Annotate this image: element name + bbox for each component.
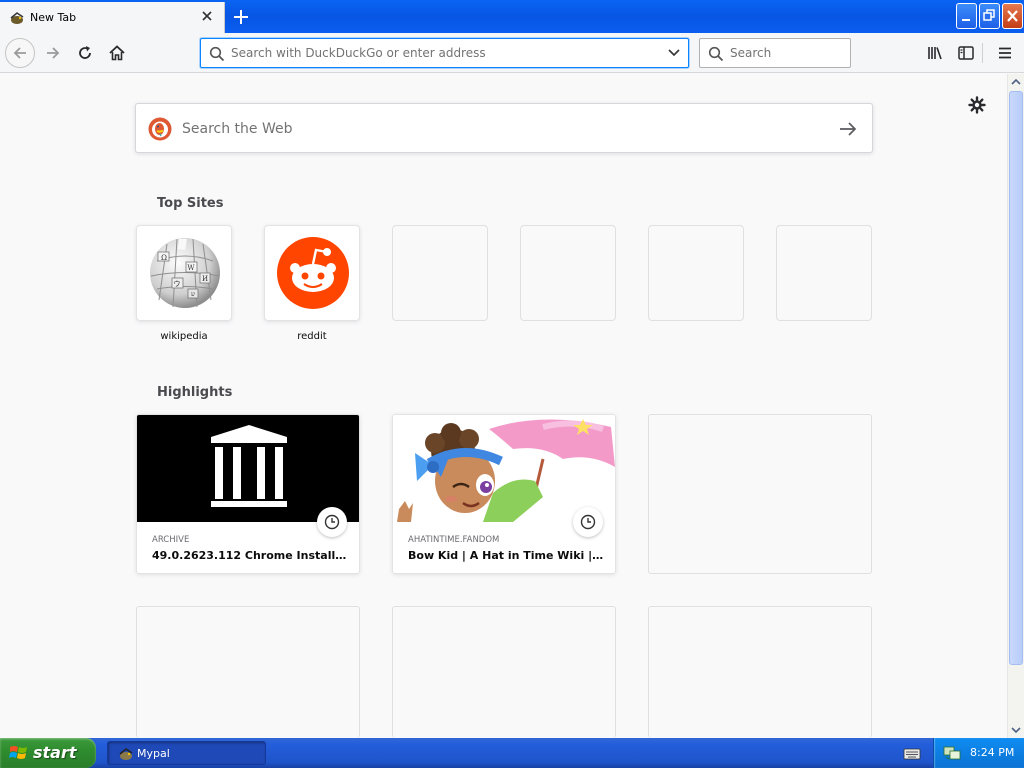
highlight-empty-slot xyxy=(648,606,872,738)
sidebar-button[interactable] xyxy=(951,38,981,68)
highlight-card-bow-kid[interactable]: AHATINTIME.FANDOM Bow Kid | A Hat in Tim… xyxy=(392,414,616,574)
top-site-empty-slot xyxy=(392,225,488,321)
scroll-thumb[interactable] xyxy=(1009,91,1023,665)
hamburger-menu-icon xyxy=(999,47,1011,59)
bow-kid-thumbnail xyxy=(393,415,615,522)
home-button[interactable] xyxy=(102,38,132,68)
clock-icon xyxy=(317,507,347,537)
highlight-title: 49.0.2623.112 Chrome Installer : Free Do… xyxy=(152,549,350,562)
reddit-alien-icon xyxy=(277,237,349,309)
minimize-button[interactable] xyxy=(956,3,977,29)
new-tab-plus-icon[interactable] xyxy=(230,6,252,28)
arrow-right-icon[interactable] xyxy=(838,120,858,138)
web-search-input[interactable] xyxy=(182,118,822,140)
restore-button[interactable] xyxy=(979,3,1000,29)
library-button[interactable] xyxy=(920,38,950,68)
back-arrow-icon xyxy=(13,47,26,59)
highlight-title: Bow Kid | A Hat in Time Wiki | Fandom xyxy=(408,549,606,562)
web-search-box[interactable] xyxy=(135,103,873,153)
reload-icon xyxy=(79,46,91,59)
scroll-down-arrow-icon[interactable] xyxy=(1008,722,1024,738)
highlight-source: AHATINTIME.FANDOM xyxy=(408,535,500,545)
top-site-empty-slot xyxy=(520,225,616,321)
library-icon xyxy=(928,47,942,60)
top-site-tile-wikipedia[interactable]: Ω W И ウ ש xyxy=(136,225,232,321)
page-scrollbar[interactable] xyxy=(1007,74,1024,738)
top-site-empty-slot xyxy=(776,225,872,321)
highlight-card-archive[interactable]: ARCHIVE 49.0.2623.112 Chrome Installer :… xyxy=(136,414,360,574)
forward-button[interactable] xyxy=(38,38,68,68)
reload-button[interactable] xyxy=(70,38,100,68)
toolbar-divider xyxy=(982,43,983,63)
search-icon xyxy=(209,46,225,62)
highlight-empty-slot xyxy=(136,606,360,738)
clock-text: 8:24 PM xyxy=(970,746,1015,759)
highlight-source: ARCHIVE xyxy=(152,535,190,545)
duckduckgo-logo-icon xyxy=(148,117,172,141)
highlights-heading: Highlights xyxy=(157,385,233,400)
scroll-up-arrow-icon[interactable] xyxy=(1008,74,1024,90)
top-site-tile-reddit[interactable] xyxy=(264,225,360,321)
mypal-favicon-icon xyxy=(10,12,24,24)
close-tab-icon[interactable] xyxy=(200,9,214,23)
minimize-icon xyxy=(962,19,970,21)
network-icon[interactable] xyxy=(943,745,961,761)
home-icon xyxy=(109,45,125,61)
start-button[interactable]: start xyxy=(0,738,96,768)
svg-text:W: W xyxy=(187,264,195,272)
close-icon xyxy=(1007,10,1018,22)
close-window-button[interactable] xyxy=(1002,3,1023,29)
svg-text:И: И xyxy=(202,275,208,283)
menu-button[interactable] xyxy=(990,38,1020,68)
svg-text:Ω: Ω xyxy=(161,254,167,262)
highlight-empty-slot xyxy=(648,414,872,574)
svg-text:ウ: ウ xyxy=(174,280,181,288)
search-input[interactable] xyxy=(730,43,842,63)
keyboard-icon[interactable] xyxy=(903,745,921,761)
tab-title: New Tab xyxy=(30,11,77,24)
back-button[interactable] xyxy=(5,38,35,68)
address-bar[interactable] xyxy=(200,38,689,68)
gear-icon[interactable] xyxy=(967,95,987,115)
forward-arrow-icon xyxy=(47,47,60,59)
system-tray: 8:24 PM xyxy=(933,738,1024,768)
start-label: start xyxy=(33,743,77,762)
clock-icon xyxy=(573,507,603,537)
navigation-toolbar xyxy=(0,33,1024,73)
windows-logo-icon xyxy=(9,746,27,759)
taskbar: start Mypal 8:24 PM xyxy=(0,738,1024,768)
top-site-label: reddit xyxy=(297,331,327,342)
mypal-app-icon xyxy=(119,748,133,760)
top-site-empty-slot xyxy=(648,225,744,321)
title-bar: New Tab xyxy=(0,0,1024,33)
chevron-down-icon[interactable] xyxy=(667,48,681,58)
address-input[interactable] xyxy=(231,43,651,63)
taskbar-item-mypal[interactable]: Mypal xyxy=(107,741,266,765)
sidebar-icon xyxy=(958,46,974,60)
wikipedia-globe-icon: Ω W И ウ ש xyxy=(150,238,220,308)
taskbar-item-label: Mypal xyxy=(137,747,170,760)
restore-icon xyxy=(983,9,995,21)
highlight-empty-slot xyxy=(392,606,616,738)
archive-logo-thumbnail xyxy=(137,415,359,522)
top-site-label: wikipedia xyxy=(160,331,208,342)
top-sites-heading: Top Sites xyxy=(157,196,224,211)
search-bar[interactable] xyxy=(699,38,851,68)
tab-new-tab[interactable]: New Tab xyxy=(0,2,225,33)
search-icon xyxy=(708,46,724,62)
